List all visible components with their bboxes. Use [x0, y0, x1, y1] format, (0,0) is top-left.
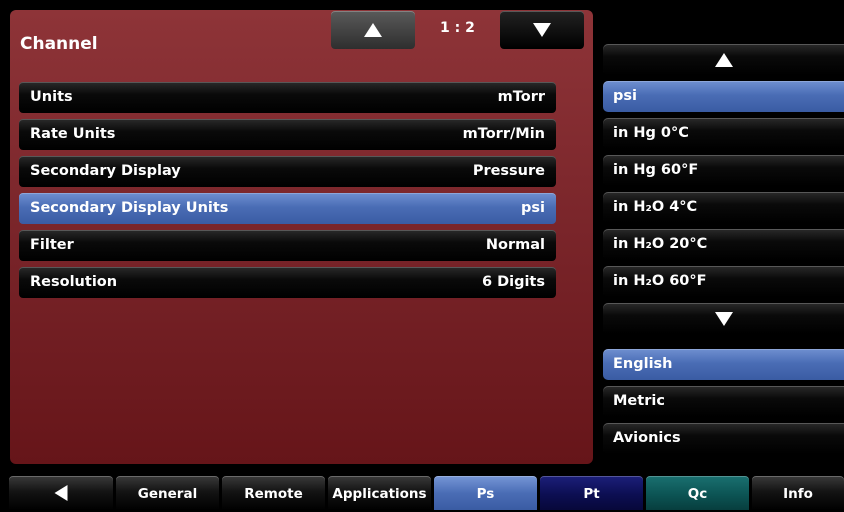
setting-row-secondary-display[interactable]: Secondary Display Pressure — [19, 156, 556, 187]
arrow-down-icon — [533, 23, 551, 37]
setting-label: Secondary Display — [30, 163, 181, 179]
setting-label: Rate Units — [30, 126, 116, 142]
unit-system-label: Avionics — [613, 430, 681, 446]
page-down-button[interactable] — [500, 11, 584, 49]
setting-row-secondary-display-units[interactable]: Secondary Display Units psi — [19, 193, 556, 224]
unit-option-label: in Hg 0°C — [613, 125, 689, 141]
arrow-up-icon — [714, 52, 733, 67]
unit-option-label: in H₂O 4°C — [613, 199, 698, 215]
unit-option-in-h2o-20c[interactable]: in H₂O 20°C — [603, 229, 844, 260]
tab-general[interactable]: General — [116, 476, 219, 510]
unit-option-in-h2o-60f[interactable]: in H₂O 60°F — [603, 266, 844, 297]
unit-option-label: psi — [613, 88, 637, 104]
unit-system-avionics[interactable]: Avionics — [603, 423, 844, 454]
bottom-tab-bar: General Remote Applications Ps Pt Qc Inf… — [0, 476, 844, 510]
tab-ps[interactable]: Ps — [434, 476, 537, 510]
unit-system-metric[interactable]: Metric — [603, 386, 844, 417]
setting-value: Pressure — [472, 163, 545, 179]
setting-label: Filter — [30, 237, 74, 253]
tab-pt[interactable]: Pt — [540, 476, 643, 510]
arrow-left-icon — [54, 485, 68, 501]
setting-label: Resolution — [30, 274, 118, 290]
setting-row-units[interactable]: Units mTorr — [19, 82, 556, 113]
tab-info[interactable]: Info — [752, 476, 844, 510]
unit-option-in-hg-60f[interactable]: in Hg 60°F — [603, 155, 844, 186]
unit-option-label: in Hg 60°F — [613, 162, 699, 178]
tab-remote[interactable]: Remote — [222, 476, 325, 510]
unit-system-label: Metric — [613, 393, 665, 409]
setting-value: mTorr — [497, 89, 545, 105]
page-indicator: 1 : 2 — [440, 20, 475, 36]
unit-system-label: English — [613, 356, 673, 372]
setting-label: Units — [30, 89, 73, 105]
unit-list-scroll-up-button[interactable] — [603, 44, 844, 75]
setting-label: Secondary Display Units — [30, 200, 229, 216]
setting-row-rate-units[interactable]: Rate Units mTorr/Min — [19, 119, 556, 150]
setting-value: mTorr/Min — [462, 126, 545, 142]
setting-row-resolution[interactable]: Resolution 6 Digits — [19, 267, 556, 298]
setting-row-filter[interactable]: Filter Normal — [19, 230, 556, 261]
channel-settings-panel: Channel 1 : 2 Units mTorr Rate Units mTo… — [10, 10, 593, 464]
back-button[interactable] — [9, 476, 113, 510]
panel-title: Channel — [20, 34, 98, 54]
page-up-button[interactable] — [331, 11, 415, 49]
tab-qc[interactable]: Qc — [646, 476, 749, 510]
unit-option-psi[interactable]: psi — [603, 81, 844, 112]
setting-value: 6 Digits — [481, 274, 545, 290]
unit-option-in-hg-0c[interactable]: in Hg 0°C — [603, 118, 844, 149]
tab-applications[interactable]: Applications — [328, 476, 431, 510]
unit-system-english[interactable]: English — [603, 349, 844, 380]
setting-value: Normal — [485, 237, 545, 253]
unit-option-in-h2o-4c[interactable]: in H₂O 4°C — [603, 192, 844, 223]
setting-value: psi — [521, 200, 545, 216]
arrow-up-icon — [364, 23, 382, 37]
arrow-down-icon — [714, 311, 733, 326]
unit-list-scroll-down-button[interactable] — [603, 303, 844, 334]
unit-option-label: in H₂O 20°C — [613, 236, 708, 252]
unit-option-label: in H₂O 60°F — [613, 273, 707, 289]
